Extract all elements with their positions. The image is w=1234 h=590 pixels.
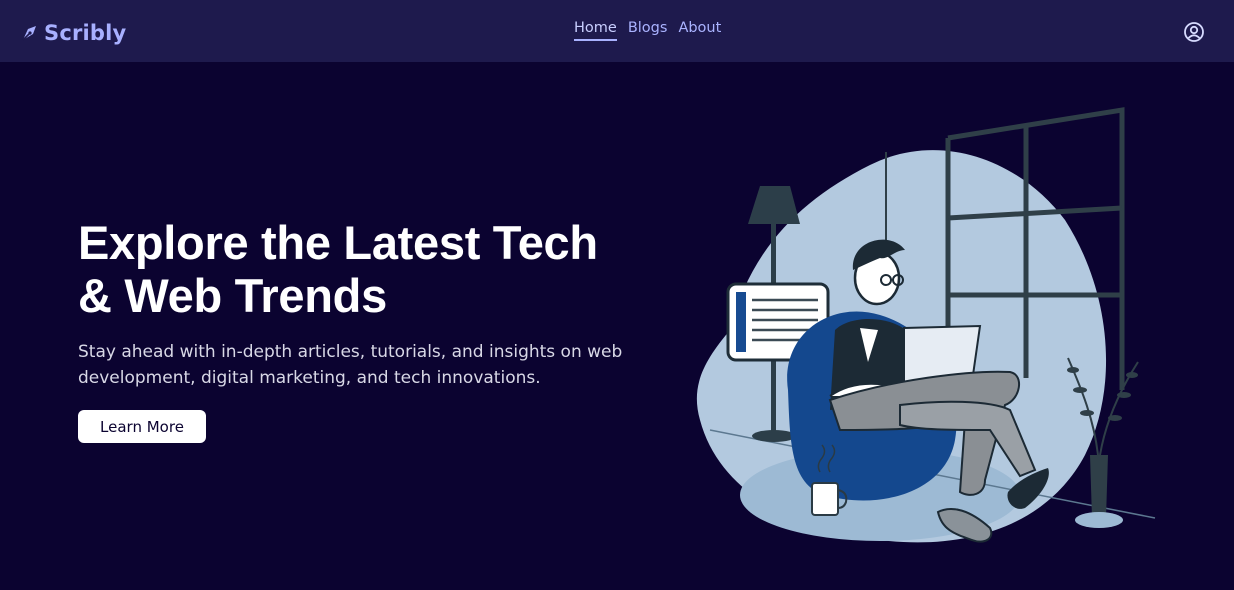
- floor-lamp-shade: [748, 186, 800, 224]
- nav-link-blogs[interactable]: Blogs: [628, 20, 668, 41]
- hero-title-line-1: Explore the Latest Tech: [78, 216, 598, 269]
- hero-subtitle: Stay ahead with in-depth articles, tutor…: [78, 342, 623, 388]
- nav-link-home[interactable]: Home: [574, 20, 617, 41]
- nav-links: Home Blogs About: [574, 20, 721, 41]
- brand-name: Scribly: [44, 21, 127, 45]
- pen-nib-icon: [22, 26, 36, 41]
- profile-button[interactable]: [1183, 21, 1205, 43]
- hero-title-line-2: & Web Trends: [78, 269, 387, 322]
- navbar: Scribly Home Blogs About: [0, 0, 1234, 62]
- nav-link-about[interactable]: About: [678, 20, 721, 41]
- hero-title: Explore the Latest Tech & Web Trends: [78, 216, 598, 322]
- reading-person-illustration: [696, 107, 1156, 543]
- brand-logo[interactable]: Scribly: [20, 19, 126, 47]
- user-circle-icon: [1184, 22, 1204, 42]
- learn-more-button[interactable]: Learn More: [78, 410, 206, 443]
